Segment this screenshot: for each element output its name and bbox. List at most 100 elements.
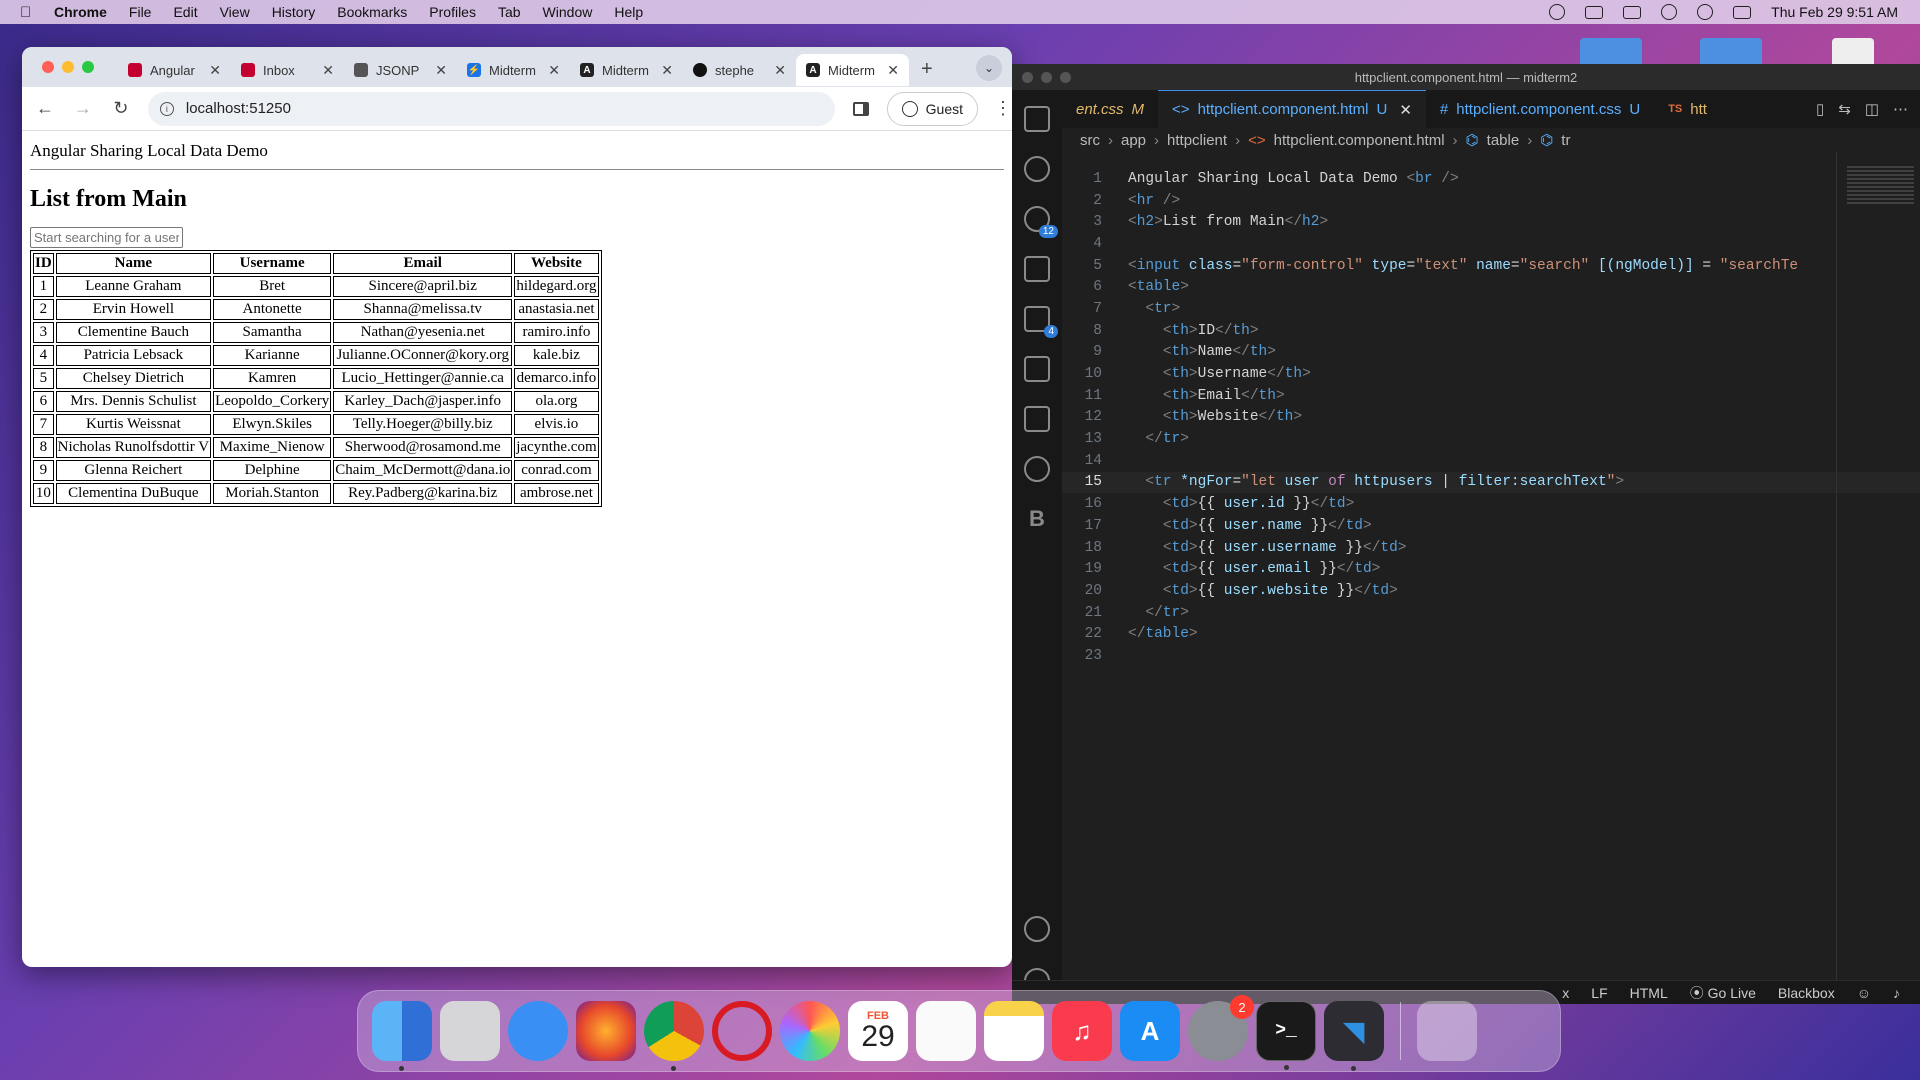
notes-icon[interactable] — [984, 1001, 1044, 1061]
explorer-icon[interactable] — [1024, 106, 1050, 132]
control-center-icon[interactable] — [1733, 5, 1752, 19]
trash-icon[interactable] — [1417, 1001, 1477, 1061]
code-line[interactable]: 8 <th>ID</th> — [1062, 320, 1920, 342]
menu-tab[interactable]: Tab — [498, 4, 521, 20]
menu-window[interactable]: Window — [543, 4, 593, 20]
tab-close-icon[interactable]: ✕ — [322, 62, 334, 79]
breadcrumb-item[interactable]: httpclient — [1167, 132, 1227, 149]
code-line[interactable]: 14 — [1062, 450, 1920, 472]
open-preview-icon[interactable]: ▯ — [1816, 100, 1824, 118]
creative-cloud-icon[interactable] — [1549, 4, 1566, 20]
search-input[interactable] — [30, 227, 183, 248]
compare-changes-icon[interactable]: ⇆ — [1838, 100, 1851, 118]
tab-search-chevron-icon[interactable]: ⌄ — [976, 55, 1002, 81]
remote-explorer-icon[interactable] — [1024, 356, 1050, 382]
status-go-live[interactable]: ⦿ Go Live — [1690, 983, 1756, 1003]
music-icon[interactable]: ♫ — [1052, 1001, 1112, 1061]
launchpad-icon[interactable] — [440, 1001, 500, 1061]
profile-button[interactable]: Guest — [886, 91, 979, 126]
tab-close-icon[interactable]: ✕ — [774, 62, 786, 79]
opera-icon[interactable] — [712, 1001, 772, 1061]
tab-close-icon[interactable]: ✕ — [209, 62, 221, 79]
editor-tab-active[interactable]: <> httpclient.component.html U ✕ — [1158, 90, 1426, 128]
address-bar[interactable]: i localhost:51250 — [147, 91, 835, 126]
reminders-icon[interactable] — [916, 1001, 976, 1061]
browser-tab[interactable]: Inbox ✕ — [231, 54, 344, 86]
menu-bookmarks[interactable]: Bookmarks — [337, 4, 407, 20]
split-editor-icon[interactable]: ◫ — [1865, 100, 1879, 118]
apple-icon[interactable]:  — [20, 4, 36, 21]
browser-tab[interactable]: ⚡ Midterm ✕ — [457, 54, 570, 86]
tab-close-icon[interactable]: ✕ — [548, 62, 560, 79]
code-line[interactable]: 10 <th>Username</th> — [1062, 363, 1920, 385]
code-line[interactable]: 11 <th>Email</th> — [1062, 385, 1920, 407]
blackbox-icon[interactable]: B — [1029, 506, 1045, 532]
menu-edit[interactable]: Edit — [173, 4, 197, 20]
chrome-icon[interactable] — [644, 1001, 704, 1071]
system-settings-icon[interactable]: 2 — [1188, 995, 1254, 1061]
calendar-icon[interactable]: FEB 29 — [848, 1001, 908, 1061]
url-text[interactable]: localhost:51250 — [186, 100, 291, 117]
close-window-button[interactable] — [1022, 72, 1033, 83]
code-line[interactable]: 5 <input class="form-control" type="text"… — [1062, 255, 1920, 277]
code-line[interactable]: 1 Angular Sharing Local Data Demo <br /> — [1062, 168, 1920, 190]
run-debug-icon[interactable] — [1024, 256, 1050, 282]
breadcrumb-item[interactable]: src — [1080, 132, 1100, 149]
status-eol[interactable]: LF — [1591, 985, 1607, 1001]
code-line[interactable]: 19 <td>{{ user.email }}</td> — [1062, 558, 1920, 580]
menubar-clock[interactable]: Thu Feb 29 9:51 AM — [1771, 4, 1898, 20]
code-line[interactable]: 2 <hr /> — [1062, 190, 1920, 212]
code-line[interactable]: 12 <th>Website</th> — [1062, 407, 1920, 429]
new-tab-button[interactable]: + — [921, 58, 933, 81]
code-line[interactable]: 17 <td>{{ user.name }}</td> — [1062, 515, 1920, 537]
more-actions-icon[interactable]: ⋯ — [1893, 100, 1908, 118]
breadcrumb-item[interactable]: app — [1121, 132, 1146, 149]
breadcrumb-item[interactable]: httpclient.component.html — [1274, 132, 1445, 149]
minimap[interactable] — [1836, 152, 1920, 1004]
editor-tab[interactable]: # httpclient.component.css U — [1426, 90, 1654, 128]
back-button[interactable]: ← — [30, 98, 60, 119]
finder-icon[interactable] — [372, 1001, 432, 1071]
code-line[interactable]: 13 </tr> — [1062, 428, 1920, 450]
live-share-icon[interactable] — [1024, 456, 1050, 482]
terminal-icon[interactable]: >_ — [1256, 1001, 1316, 1070]
vscode-icon[interactable]: ◥ — [1324, 1001, 1384, 1071]
editor-tab[interactable]: ent.css M — [1062, 90, 1158, 128]
extensions-icon[interactable]: 4 — [1024, 306, 1058, 338]
minimize-window-button[interactable] — [1041, 72, 1052, 83]
forward-button[interactable]: → — [68, 98, 98, 119]
code-line[interactable]: 6 <table> — [1062, 276, 1920, 298]
code-line[interactable]: 16 <td>{{ user.id }}</td> — [1062, 493, 1920, 515]
screen-sharing-icon[interactable] — [1623, 5, 1642, 19]
code-line[interactable]: 22 </table> — [1062, 623, 1920, 645]
close-tab-icon[interactable]: ✕ — [1399, 101, 1412, 119]
reload-button[interactable]: ↻ — [106, 98, 136, 119]
menu-view[interactable]: View — [220, 4, 250, 20]
safari-icon[interactable] — [508, 1001, 568, 1061]
browser-tab[interactable]: stephe ✕ — [683, 54, 796, 86]
code-line[interactable]: 4 — [1062, 233, 1920, 255]
notifications-bell-icon[interactable]: ♪ — [1893, 985, 1900, 1001]
browser-tab[interactable]: A Midterm ✕ — [570, 54, 683, 86]
close-window-button[interactable] — [42, 61, 54, 73]
firefox-icon[interactable] — [576, 1001, 636, 1061]
tab-close-icon[interactable]: ✕ — [435, 62, 447, 79]
photos-icon[interactable] — [780, 1001, 840, 1061]
zoom-window-button[interactable] — [82, 61, 94, 73]
status-blackbox[interactable]: Blackbox — [1778, 985, 1835, 1001]
editor-tab[interactable]: TS htt — [1654, 90, 1721, 128]
code-line[interactable]: 23 — [1062, 645, 1920, 667]
breadcrumb-item[interactable]: tr — [1561, 132, 1570, 149]
status-fragment[interactable]: x — [1562, 985, 1569, 1001]
code-line[interactable]: 20 <td>{{ user.website }}</td> — [1062, 580, 1920, 602]
browser-tab[interactable]: Angular ✕ — [118, 54, 231, 86]
menu-help[interactable]: Help — [614, 4, 643, 20]
search-icon[interactable] — [1024, 156, 1050, 182]
browser-tab-active[interactable]: A Midterm ✕ — [796, 54, 909, 86]
side-panel-icon[interactable] — [852, 101, 869, 116]
status-language[interactable]: HTML — [1630, 985, 1668, 1001]
tab-close-icon[interactable]: ✕ — [887, 62, 899, 79]
source-control-icon[interactable]: 12 — [1024, 206, 1058, 238]
site-info-icon[interactable]: i — [159, 101, 174, 116]
code-line[interactable]: 18 <td>{{ user.username }}</td> — [1062, 537, 1920, 559]
